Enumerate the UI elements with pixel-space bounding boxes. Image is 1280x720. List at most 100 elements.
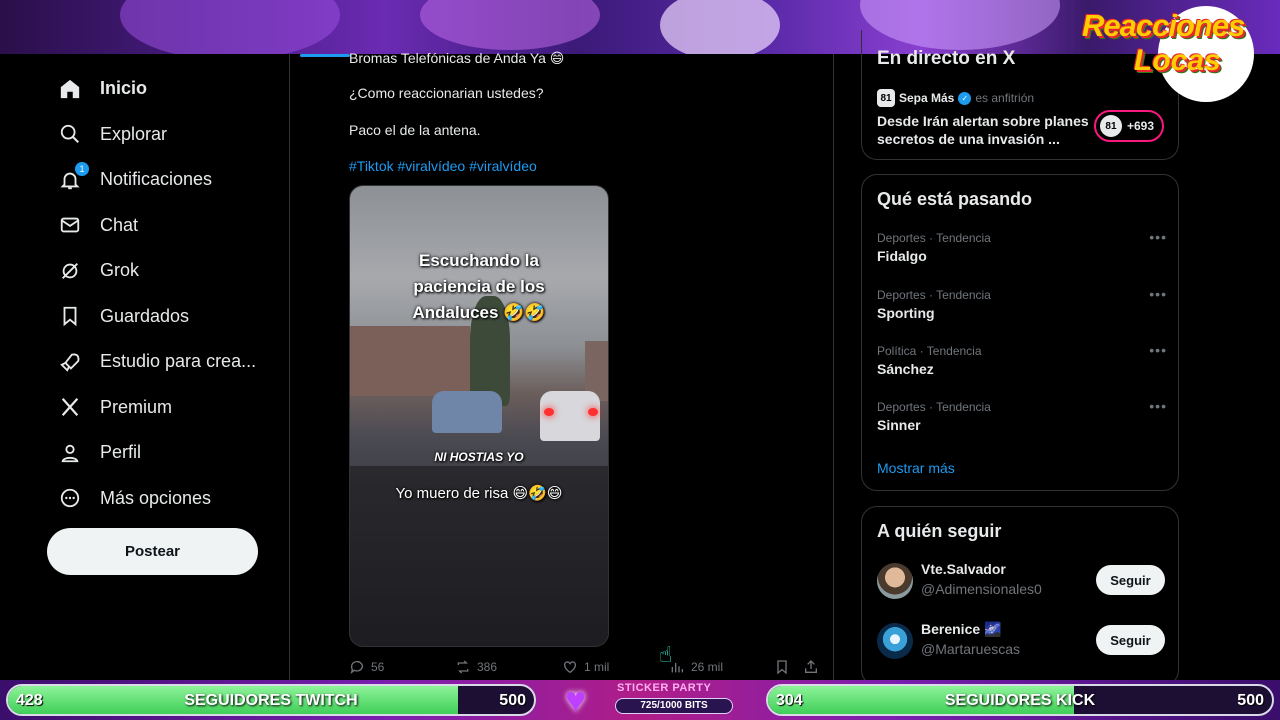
goal-title: SEGUIDORES KICK: [944, 692, 1096, 709]
goal-title: SEGUIDORES TWITCH: [184, 692, 358, 709]
trend-meta: Deportes · Tendencia: [877, 400, 991, 414]
sidebar-item-label: Grok: [100, 260, 140, 281]
video-caption-bottom: Yo muero de risa 😄🤣😄: [395, 485, 563, 502]
video-scene-car: [432, 391, 502, 433]
host-role: es anfitrión: [975, 91, 1035, 105]
bookmark-button[interactable]: [774, 659, 790, 675]
video-scene-building: [350, 326, 470, 396]
sidebar-item-label: Perfil: [100, 442, 142, 463]
goal-target: 500: [1237, 692, 1264, 709]
live-listeners-pill[interactable]: 81 +693: [1093, 110, 1164, 142]
sticker-bits: 725/1000 BITS: [615, 698, 733, 714]
views-button[interactable]: 26 mil: [669, 659, 723, 675]
more-circle-icon: [58, 486, 82, 510]
twitch-followers-goal: 428 SEGUIDORES TWITCH 500: [6, 684, 536, 716]
tweet-column: Bromas Telefónicas de Anda Ya 😄 ¿Como re…: [289, 50, 834, 680]
sidebar-item-notificaciones[interactable]: 1 Notificaciones: [46, 157, 276, 203]
repost-icon: [457, 660, 469, 674]
follow-user[interactable]: Berenice 🌌 @Martaruescas Seguir: [877, 621, 1165, 661]
sidebar-item-label: Más opciones: [100, 487, 212, 508]
like-count: 1 mil: [584, 660, 610, 674]
reply-icon: [350, 661, 363, 674]
trend-meta: Política · Tendencia: [877, 344, 982, 358]
sticker-party-goal: ♥ STICKER PARTY 725/1000 BITS: [565, 682, 735, 718]
sidebar-item-label: Premium: [100, 396, 173, 417]
sidebar-item-label: Guardados: [100, 305, 190, 326]
sidebar-item-guardados[interactable]: Guardados: [46, 294, 276, 340]
avatar: [877, 563, 913, 599]
person-icon: [58, 441, 82, 465]
reacciones-locas-logo: Reacciones Locas: [1082, 2, 1272, 102]
more-dots-icon[interactable]: •••: [1149, 286, 1167, 302]
tweet-hashtags[interactable]: #Tiktok #viralvídeo #viralvídeo: [349, 158, 537, 174]
bookmark-icon: [777, 660, 787, 675]
more-dots-icon[interactable]: •••: [1149, 342, 1167, 358]
trend-item[interactable]: Deportes · Tendencia Sporting •••: [877, 286, 1167, 332]
listeners-count: +693: [1126, 119, 1154, 133]
sidebar-item-explorar[interactable]: Explorar: [46, 112, 276, 158]
follow-button[interactable]: Seguir: [1096, 565, 1165, 595]
sidebar-item-inicio[interactable]: Inicio: [46, 66, 276, 112]
video-scene-car: [540, 391, 600, 441]
scroll-indicator: [300, 54, 350, 57]
tweet-text-line: Bromas Telefónicas de Anda Ya 😄: [349, 50, 565, 66]
trend-name: Sporting: [877, 305, 935, 321]
tweet-text-line: ¿Como reaccionarian ustedes?: [349, 85, 544, 101]
user-name: Berenice 🌌: [921, 621, 1002, 637]
who-to-follow-box: A quién seguir Vte.Salvador @Adimensiona…: [861, 506, 1179, 686]
like-button[interactable]: 1 mil: [562, 659, 609, 675]
logo-text-line1: Reacciones: [1082, 8, 1245, 43]
sticker-title: STICKER PARTY: [617, 682, 712, 694]
sidebar-item-perfil[interactable]: Perfil: [46, 430, 276, 476]
trend-name: Sánchez: [877, 361, 934, 377]
heart-icon: [564, 661, 576, 674]
show-more-link[interactable]: Mostrar más: [877, 460, 955, 476]
trend-name: Sinner: [877, 417, 921, 433]
reply-count: 56: [371, 660, 385, 674]
follow-user[interactable]: Vte.Salvador @Adimensionales0 Seguir: [877, 561, 1165, 601]
share-icon: [805, 660, 817, 673]
logo-text-line2: Locas: [1134, 44, 1221, 77]
trend-item[interactable]: Deportes · Tendencia Sinner •••: [877, 398, 1167, 444]
sidebar-item-label: Explorar: [100, 123, 168, 144]
post-button[interactable]: Postear: [47, 528, 258, 575]
sidebar-item-premium[interactable]: Premium: [46, 385, 276, 431]
user-handle: @Martaruescas: [921, 641, 1021, 657]
sidebar-item-estudio[interactable]: Estudio para crea...: [46, 339, 276, 385]
sidebar-item-label: Inicio: [100, 78, 148, 99]
user-name: Vte.Salvador: [921, 561, 1006, 577]
video-scene-taillight: [544, 408, 554, 416]
more-dots-icon[interactable]: •••: [1149, 229, 1167, 245]
sidebar-item-label: Notificaciones: [100, 169, 213, 190]
more-dots-icon[interactable]: •••: [1149, 398, 1167, 414]
reply-button[interactable]: 56: [349, 659, 384, 675]
repost-button[interactable]: 386: [455, 659, 497, 675]
live-header: En directo en X: [877, 48, 1016, 69]
bell-icon: 1: [58, 161, 89, 192]
trend-item[interactable]: Deportes · Tendencia Fidalgo •••: [877, 229, 1167, 275]
heart-icon: ♥: [565, 679, 587, 720]
sidebar-item-label: Estudio para crea...: [100, 351, 257, 372]
banner-swirl: [120, 0, 340, 54]
tweet-video[interactable]: Escuchando la paciencia de los Andaluces…: [349, 185, 609, 647]
live-title: Desde Irán alertan sobre planes secretos…: [877, 113, 1089, 147]
trends-header: Qué está pasando: [877, 189, 1033, 209]
follow-header: A quién seguir: [877, 521, 1002, 541]
verified-icon: ✓: [958, 91, 972, 105]
notification-badge: 1: [75, 161, 89, 176]
x-logo-icon: [58, 395, 82, 419]
sidebar-item-grok[interactable]: Grok: [46, 248, 276, 294]
kick-followers-goal: 304 SEGUIDORES KICK 500: [766, 684, 1274, 716]
trend-name: Fidalgo: [877, 248, 927, 264]
host-name: Sepa Más: [899, 91, 955, 105]
video-scene-taillight: [588, 408, 598, 416]
hand-cursor-icon: ☝: [659, 642, 673, 667]
follow-button[interactable]: Seguir: [1096, 625, 1165, 655]
trend-item[interactable]: Política · Tendencia Sánchez •••: [877, 342, 1167, 388]
share-button[interactable]: [803, 659, 819, 675]
sidebar-item-chat[interactable]: Chat: [46, 203, 276, 249]
tweet-actions: 56 386 1 mil 26 mil: [349, 659, 819, 677]
search-icon: [58, 122, 82, 146]
sidebar-item-mas-opciones[interactable]: Más opciones: [46, 476, 276, 522]
tweet-text-line: Paco el de la antena.: [349, 122, 481, 138]
